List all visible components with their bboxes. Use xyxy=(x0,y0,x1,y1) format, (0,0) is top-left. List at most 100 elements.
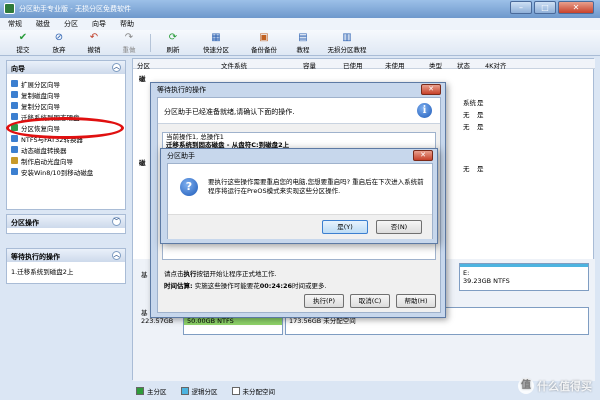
check-icon: ✔ xyxy=(18,32,28,43)
tutorial-button[interactable]: ▤ 教程 xyxy=(286,32,320,54)
dialog-button-row: 是(Y) 否(N) xyxy=(168,214,432,239)
legend-logical: 逻辑分区 xyxy=(180,386,218,396)
redo-icon: ↷ xyxy=(124,32,134,43)
dialog-intro: 分区助手已经准备就绪,请确认下面的操作. xyxy=(164,108,295,116)
legend-unallocated: 未分配空间 xyxy=(231,386,275,396)
disk-group-label: 磁 xyxy=(139,159,146,167)
table-row: 是 xyxy=(477,99,484,107)
app-icon xyxy=(4,3,15,14)
help-button[interactable]: 帮助(H) xyxy=(396,294,436,308)
wizard-item-win-to-go[interactable]: 安装Win8/10到移动磁盘 xyxy=(7,166,125,177)
maximize-button[interactable]: □ xyxy=(534,1,556,14)
backup-icon: ▣ xyxy=(259,32,269,43)
legend-primary: 主分区 xyxy=(136,386,167,396)
cancel-button[interactable]: 取消(C) xyxy=(350,294,390,308)
menu-item-partition[interactable]: 分区 xyxy=(64,19,78,29)
title-bar: 分区助手专业版 - 无损分区免费软件 – □ ✕ xyxy=(0,0,600,18)
legend-swatch xyxy=(180,387,189,395)
wizard-icon xyxy=(11,168,18,175)
disk-group-label: 磁 xyxy=(139,75,146,83)
wizard-icon xyxy=(11,135,18,142)
partition-usage-bar xyxy=(460,264,588,267)
table-row: 系统 xyxy=(463,99,476,107)
wizard-icon xyxy=(11,157,18,164)
sidebar: 向导 ︿ 扩展分区向导 复制磁盘向导 复制分区向导 迁移系统到固态硬盘 分区恢复… xyxy=(6,60,126,390)
wizard-icon xyxy=(11,146,18,153)
menu-item-help[interactable]: 帮助 xyxy=(120,19,134,29)
window-title: 分区助手专业版 - 无损分区免费软件 xyxy=(19,5,131,13)
dialog-title: 分区助手 xyxy=(167,152,195,160)
wizard-icon xyxy=(11,80,18,87)
wizard-item-copy-partition[interactable]: 复制分区向导 xyxy=(7,100,125,111)
wizard-panel-header[interactable]: 向导 ︿ xyxy=(7,61,125,74)
pending-ops-header[interactable]: 等待执行的操作 ︿ xyxy=(7,249,125,262)
table-row: 是 xyxy=(477,111,484,119)
dialog-title: 等待执行的操作 xyxy=(157,86,206,94)
table-row: 是 xyxy=(477,165,484,173)
dialog-close-button[interactable]: ✕ xyxy=(413,150,433,161)
redo-button[interactable]: ↷ 重做 xyxy=(112,32,146,54)
expand-icon[interactable]: ﹀ xyxy=(112,217,121,226)
restart-confirm-dialog: 分区助手 ✕ ? 要执行这些操作需要重启您的电脑,您想要重启吗? 重启后在下次进… xyxy=(160,148,438,244)
time-estimate: 时间估算: 实施这些操作可能要花00:24:26时间或更多. xyxy=(164,282,327,290)
partition-ops-header[interactable]: 分区操作 ﹀ xyxy=(7,215,125,228)
apply-button[interactable]: ✔ 提交 xyxy=(6,32,40,54)
highlight-annotation xyxy=(6,117,124,139)
pending-op-item[interactable]: 1.迁移系统到磁盘2上 xyxy=(7,262,125,280)
wizard-item-extend-partition[interactable]: 扩展分区向导 xyxy=(7,78,125,89)
legend-swatch xyxy=(136,387,144,395)
disk1-partition-e[interactable]: E: 39.23GB NTFS xyxy=(459,263,589,291)
execute-note: 请点击执行按钮开始让程序正式地工作. xyxy=(164,270,277,278)
confirm-message: 要执行这些操作需要重启您的电脑,您想要重启吗? 重启后在下次进入系统前程序将运行… xyxy=(208,178,424,195)
minimize-button[interactable]: – xyxy=(510,1,532,14)
quick-partition-button[interactable]: ▦ 快速分区 xyxy=(196,32,236,54)
undo-icon: ↶ xyxy=(89,32,99,43)
wizard-icon xyxy=(11,91,18,98)
close-button[interactable]: ✕ xyxy=(558,1,594,14)
list-item: 当前操作1, 总操作1 xyxy=(166,133,224,141)
discard-button[interactable]: ⊘ 放弃 xyxy=(42,32,76,54)
yes-button[interactable]: 是(Y) xyxy=(322,220,368,234)
collapse-icon[interactable]: ︿ xyxy=(112,63,121,72)
question-icon: ? xyxy=(180,178,198,196)
wizard-icon xyxy=(11,113,18,120)
info-icon: i xyxy=(417,103,432,118)
dialog-header-band: 分区助手已经准备就绪,请确认下面的操作. i xyxy=(158,98,440,124)
table-row: 是 xyxy=(477,123,484,131)
legend-swatch xyxy=(231,387,240,395)
watermark-logo-icon: 值 xyxy=(518,378,534,394)
backup-button[interactable]: ▣ 备份备份 xyxy=(244,32,284,54)
book-icon: ▥ xyxy=(342,32,352,43)
app-window: 分区助手专业版 - 无损分区免费软件 – □ ✕ 常规 磁盘 分区 向导 帮助 … xyxy=(0,0,600,400)
no-button[interactable]: 否(N) xyxy=(376,220,422,234)
pending-ops-panel: 等待执行的操作 ︿ 1.迁移系统到磁盘2上 xyxy=(6,248,126,284)
dialog-close-button[interactable]: ✕ xyxy=(421,84,441,95)
table-row: 无 xyxy=(463,165,470,173)
menu-item-general[interactable]: 常规 xyxy=(8,19,22,29)
discard-icon: ⊘ xyxy=(54,32,64,43)
table-row: 无 xyxy=(463,111,470,119)
watermark: 值 什么值得买 xyxy=(518,378,592,394)
wizard-item-copy-disk[interactable]: 复制磁盘向导 xyxy=(7,89,125,100)
window-controls: – □ ✕ xyxy=(510,1,594,14)
undo-button[interactable]: ↶ 撤销 xyxy=(77,32,111,54)
dialog-body: ? 要执行这些操作需要重启您的电脑,您想要重启吗? 重启后在下次进入系统前程序将… xyxy=(167,163,433,239)
grid-icon: ▦ xyxy=(211,32,221,43)
collapse-icon[interactable]: ︿ xyxy=(112,251,121,260)
wizard-item-bootable-media[interactable]: 制作启动光盘向导 xyxy=(7,155,125,166)
wizard-item-dynamic-disk[interactable]: 动态磁盘转换器 xyxy=(7,144,125,155)
menu-bar: 常规 磁盘 分区 向导 帮助 xyxy=(0,18,600,30)
table-row: 无 xyxy=(463,123,470,131)
table-header: 分区 文件系统 容量 已使用 未使用 类型 状态 4K对齐 xyxy=(133,59,595,70)
execute-button[interactable]: 执行(P) xyxy=(304,294,344,308)
refresh-button[interactable]: ⟳ 刷新 xyxy=(156,32,190,54)
disk1-info: 基 xyxy=(141,271,148,279)
book-icon: ▤ xyxy=(298,32,308,43)
toolbar-separator xyxy=(150,34,151,52)
partition-ops-panel: 分区操作 ﹀ xyxy=(6,214,126,234)
refresh-icon: ⟳ xyxy=(168,32,178,43)
menu-item-wizard[interactable]: 向导 xyxy=(92,19,106,29)
menu-item-disk[interactable]: 磁盘 xyxy=(36,19,50,29)
lossless-tutorial-button[interactable]: ▥ 无损分区教程 xyxy=(322,32,372,54)
toolbar: ✔ 提交 ⊘ 放弃 ↶ 撤销 ↷ 重做 ⟳ 刷新 ▦ 快速分区 ▣ 备份备份 ▤ xyxy=(0,30,600,56)
